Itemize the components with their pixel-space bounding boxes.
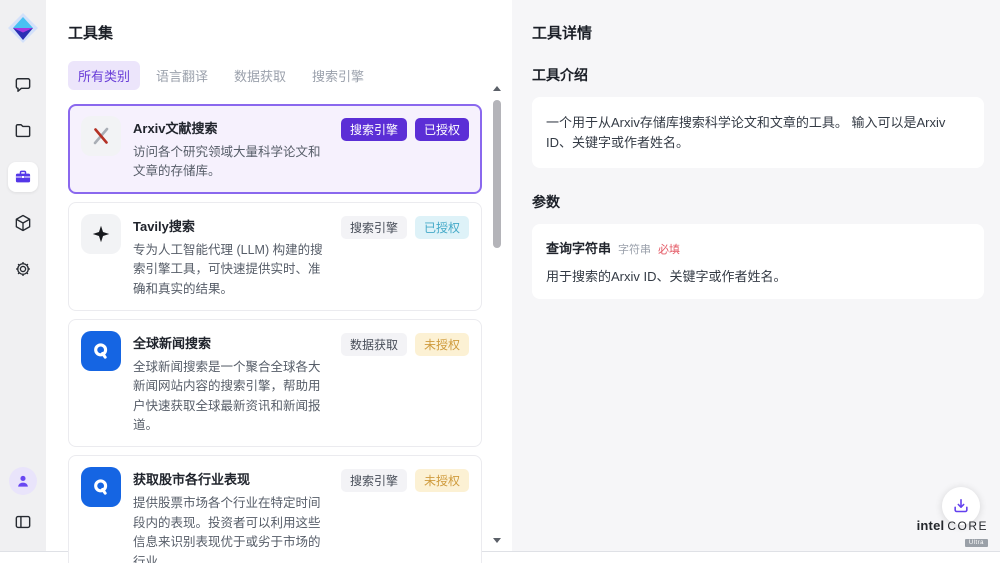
- account-avatar-icon[interactable]: [9, 467, 37, 495]
- intel-brand-text: intel: [917, 519, 945, 532]
- param-type: 字符串: [618, 241, 651, 257]
- tool-card-global-news[interactable]: 全球新闻搜索 全球新闻搜索是一个聚合全球各大新闻网站内容的搜索引擎，帮助用户快速…: [68, 319, 482, 448]
- tool-detail-panel: 工具详情 工具介绍 一个用于从Arxiv存储库搜索科学论文和文章的工具。 输入可…: [512, 0, 1000, 551]
- download-icon: [951, 496, 971, 516]
- list-scrollbar[interactable]: [491, 86, 503, 543]
- toolset-panel: 工具集 所有类别 语言翻译 数据获取 搜索引擎 Arxiv文献搜索 访问各个研究…: [46, 0, 512, 551]
- tool-name: Tavily搜索: [133, 216, 329, 235]
- auth-badge: 未授权: [415, 469, 469, 492]
- panel-toggle-icon[interactable]: [8, 507, 38, 537]
- category-badge: 数据获取: [341, 333, 407, 356]
- scroll-up-arrow-icon[interactable]: [493, 86, 501, 91]
- sidebar: [0, 0, 46, 551]
- intel-tier-badge: Ultra: [965, 539, 988, 547]
- category-tabs: 所有类别 语言翻译 数据获取 搜索引擎: [68, 61, 482, 90]
- param-description: 用于搜索的Arxiv ID、关键字或作者姓名。: [546, 266, 970, 285]
- tab-all-categories[interactable]: 所有类别: [68, 61, 140, 90]
- tool-card-tavily[interactable]: Tavily搜索 专为人工智能代理 (LLM) 构建的搜索引擎工具，可快速提供实…: [68, 202, 482, 311]
- detail-title: 工具详情: [532, 22, 984, 43]
- auth-badge: 已授权: [415, 216, 469, 239]
- tool-description: 全球新闻搜索是一个聚合全球各大新闻网站内容的搜索引擎，帮助用户快速获取全球最新资…: [133, 358, 329, 436]
- arxiv-icon: [81, 116, 121, 156]
- package-cube-icon[interactable]: [8, 208, 38, 238]
- sidebar-nav: [8, 70, 38, 284]
- app-logo-gem-icon: [7, 12, 39, 44]
- settings-gear-icon[interactable]: [8, 254, 38, 284]
- tool-description: 访问各个研究领域大量科学论文和文章的存储库。: [133, 143, 329, 182]
- auth-badge: 已授权: [415, 118, 469, 141]
- tool-card-sector-performance[interactable]: 获取股市各行业表现 提供股票市场各个行业在特定时间段内的表现。投资者可以利用这些…: [68, 455, 482, 563]
- tool-card-arxiv[interactable]: Arxiv文献搜索 访问各个研究领域大量科学论文和文章的存储库。 搜索引擎 已授…: [68, 104, 482, 194]
- category-badge: 搜索引擎: [341, 118, 407, 141]
- intel-core-ultra-logo: intel CORE Ultra: [917, 519, 988, 548]
- tab-data-fetch[interactable]: 数据获取: [224, 61, 296, 90]
- q-news-icon: [81, 467, 121, 507]
- parameter-card: 查询字符串 字符串 必填 用于搜索的Arxiv ID、关键字或作者姓名。: [532, 224, 984, 299]
- chat-icon[interactable]: [8, 70, 38, 100]
- category-badge: 搜索引擎: [341, 469, 407, 492]
- auth-badge: 未授权: [415, 333, 469, 356]
- scroll-down-arrow-icon[interactable]: [493, 538, 501, 543]
- toolset-title: 工具集: [68, 22, 482, 43]
- tab-search-engine[interactable]: 搜索引擎: [302, 61, 374, 90]
- tool-description: 提供股票市场各个行业在特定时间段内的表现。投资者可以利用这些信息来识别表现优于或…: [133, 494, 329, 563]
- scrollbar-thumb[interactable]: [493, 100, 501, 248]
- params-heading: 参数: [532, 192, 984, 212]
- tool-name: 全球新闻搜索: [133, 333, 329, 352]
- intel-product-text: CORE: [947, 520, 988, 532]
- intro-heading: 工具介绍: [532, 65, 984, 85]
- tool-name: 获取股市各行业表现: [133, 469, 329, 488]
- param-name: 查询字符串: [546, 238, 611, 257]
- category-badge: 搜索引擎: [341, 216, 407, 239]
- tavily-sparkle-icon: [81, 214, 121, 254]
- app-window: 工具集 所有类别 语言翻译 数据获取 搜索引擎 Arxiv文献搜索 访问各个研究…: [0, 0, 1000, 552]
- tool-description: 专为人工智能代理 (LLM) 构建的搜索引擎工具，可快速提供实时、准确和真实的结…: [133, 241, 329, 299]
- param-required-flag: 必填: [658, 241, 680, 257]
- q-news-icon: [81, 331, 121, 371]
- intro-text-card: 一个用于从Arxiv存储库搜索科学论文和文章的工具。 输入可以是Arxiv ID…: [532, 97, 984, 168]
- tab-language-translation[interactable]: 语言翻译: [146, 61, 218, 90]
- sidebar-bottom: [8, 467, 38, 537]
- folder-icon[interactable]: [8, 116, 38, 146]
- toolbox-icon-active[interactable]: [8, 162, 38, 192]
- tool-name: Arxiv文献搜索: [133, 118, 329, 137]
